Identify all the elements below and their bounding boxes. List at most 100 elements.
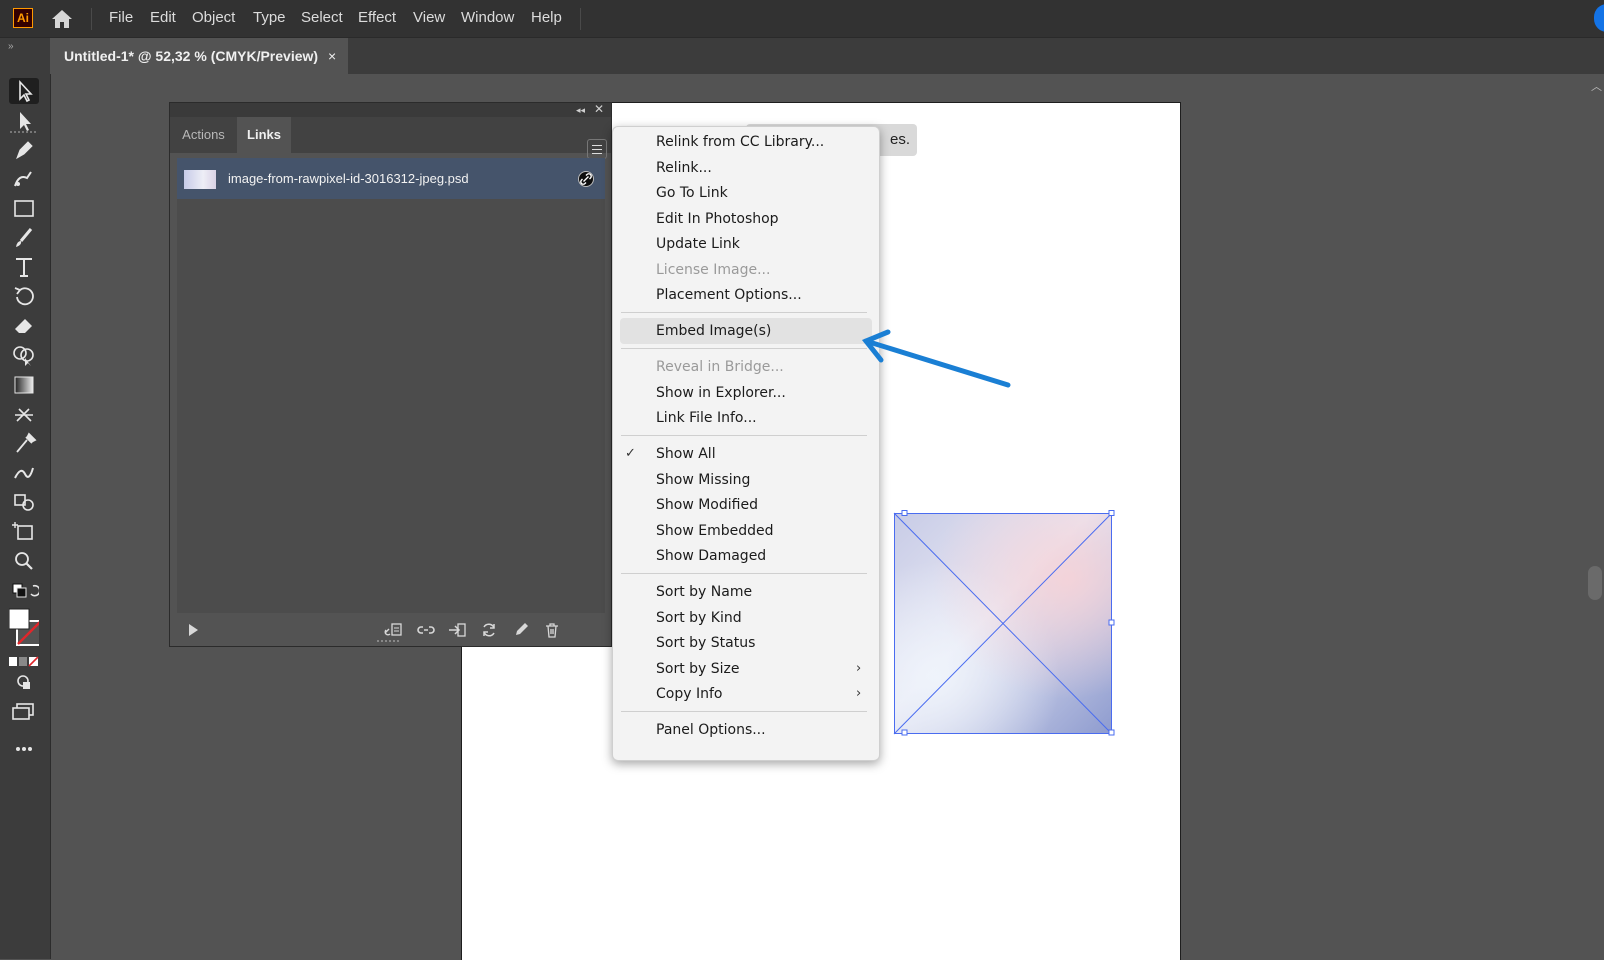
menu-item-panel-options[interactable]: Panel Options...: [613, 717, 879, 743]
collapse-panel-icon[interactable]: ◂◂: [576, 103, 585, 117]
mesh-tool-icon[interactable]: [9, 401, 39, 427]
more-tools-icon[interactable]: [9, 736, 39, 762]
vertical-scrollbar[interactable]: [1584, 74, 1604, 959]
menu-help[interactable]: Help: [531, 0, 562, 36]
menu-select[interactable]: Select: [301, 0, 343, 36]
menu-item-go-to-link[interactable]: Go To Link: [613, 180, 879, 206]
menu-effect[interactable]: Effect: [358, 0, 396, 36]
menu-item-embed-images[interactable]: Embed Image(s): [620, 318, 872, 344]
menu-file[interactable]: File: [109, 0, 133, 36]
linked-image-bounding-box[interactable]: [893, 510, 1115, 736]
panel-header[interactable]: ◂◂ ✕: [170, 102, 611, 117]
menu-item-license-image: License Image...: [656, 262, 771, 278]
gradient-tool-icon[interactable]: [9, 372, 39, 398]
shape-builder-tool-icon[interactable]: [9, 342, 39, 368]
paintbrush-tool-icon[interactable]: [9, 225, 39, 251]
tools-panel: [0, 74, 51, 959]
pen-tool-icon[interactable]: [9, 137, 39, 163]
symbol-sprayer-tool-icon[interactable]: [9, 489, 39, 515]
direct-selection-tool-icon[interactable]: [9, 108, 39, 134]
menu-window[interactable]: Window: [461, 0, 514, 36]
menu-separator: [621, 312, 867, 313]
tab-links[interactable]: Links: [237, 117, 291, 153]
rotate-tool-icon[interactable]: [9, 284, 39, 310]
checkmark-icon: ✓: [625, 446, 636, 461]
menu-edit[interactable]: Edit: [150, 0, 176, 36]
menu-item-show-in-explorer[interactable]: Show in Explorer...: [613, 380, 879, 406]
document-tab-title: Untitled-1* @ 52,32 % (CMYK/Preview): [64, 48, 319, 64]
document-tab[interactable]: Untitled-1* @ 52,32 % (CMYK/Preview) ×: [50, 38, 348, 74]
delete-icon[interactable]: [543, 621, 561, 639]
scrollbar-thumb[interactable]: [1588, 566, 1602, 600]
submenu-arrow-icon: ›: [856, 661, 862, 676]
type-tool-icon[interactable]: [9, 254, 39, 280]
menu-item-copy-info[interactable]: Copy Info ›: [613, 681, 879, 707]
menu-item-show-embedded[interactable]: Show Embedded: [613, 518, 879, 544]
menu-bar: Ai File Edit Object Type Select Effect V…: [0, 0, 1604, 38]
menu-item-show-modified[interactable]: Show Modified: [613, 492, 879, 518]
tab-actions[interactable]: Actions: [170, 117, 237, 153]
relink-from-cc-library-icon[interactable]: [382, 621, 404, 639]
links-list: image-from-rawpixel-id-3016312-jpeg.psd: [177, 158, 605, 613]
blend-tool-icon[interactable]: [9, 460, 39, 486]
eyedropper-tool-icon[interactable]: [9, 430, 39, 456]
close-panel-icon[interactable]: ✕: [594, 102, 604, 116]
share-button[interactable]: [1594, 4, 1604, 32]
menu-item-reveal-in-bridge: Reveal in Bridge...: [656, 359, 784, 375]
link-thumbnail: [184, 170, 216, 189]
eraser-tool-icon[interactable]: [9, 313, 39, 339]
menu-item-show-missing[interactable]: Show Missing: [613, 467, 879, 493]
list-item[interactable]: image-from-rawpixel-id-3016312-jpeg.psd: [177, 158, 605, 199]
menu-view[interactable]: View: [413, 0, 445, 36]
rectangle-tool-icon[interactable]: [9, 196, 39, 222]
menu-item-edit-in-photoshop[interactable]: Edit In Photoshop: [613, 206, 879, 232]
menu-object[interactable]: Object: [192, 0, 235, 36]
screen-mode-icon[interactable]: [9, 699, 39, 725]
menu-item-relink-from-cc-library[interactable]: Relink from CC Library...: [613, 129, 879, 155]
links-panel-flyout-menu: Relink from CC Library... Relink... Go T…: [612, 126, 880, 761]
curvature-tool-icon[interactable]: [9, 166, 39, 192]
illustrator-logo: Ai: [13, 8, 33, 28]
menu-item-relink[interactable]: Relink...: [613, 155, 879, 181]
menu-separator: [580, 8, 581, 30]
edit-original-icon[interactable]: [512, 621, 530, 639]
menu-separator: [91, 8, 92, 30]
drawing-modes-icon[interactable]: [9, 670, 39, 696]
menu-item-sort-by-size[interactable]: Sort by Size ›: [613, 656, 879, 682]
fill-stroke-swatch[interactable]: [9, 607, 39, 647]
scroll-up-icon[interactable]: ︿: [1591, 78, 1602, 94]
update-link-icon[interactable]: [480, 621, 498, 639]
links-panel: ◂◂ ✕ Actions Links image-from-rawpixel-i…: [169, 102, 612, 647]
go-to-link-icon[interactable]: [447, 621, 467, 639]
panel-tabs: Actions Links: [170, 117, 611, 159]
annotation-arrow-icon: [861, 329, 1011, 388]
default-fill-stroke-icon[interactable]: [9, 579, 39, 599]
panel-resize-grip-icon[interactable]: [377, 639, 403, 643]
menu-item-sort-by-name[interactable]: Sort by Name: [613, 579, 879, 605]
home-icon[interactable]: [51, 9, 73, 29]
menu-type[interactable]: Type: [253, 0, 286, 36]
menu-item-link-file-info[interactable]: Link File Info...: [613, 405, 879, 431]
color-mode-icon[interactable]: [9, 649, 39, 667]
menu-item-show-damaged[interactable]: Show Damaged: [613, 543, 879, 569]
menu-separator: [621, 435, 867, 436]
menu-item-sort-by-kind[interactable]: Sort by Kind: [613, 605, 879, 631]
zoom-tool-icon[interactable]: [9, 548, 39, 574]
selection-tool-icon[interactable]: [9, 78, 39, 104]
artboard-tool-icon[interactable]: [9, 518, 39, 544]
menu-item-update-link[interactable]: Update Link: [613, 231, 879, 257]
link-file-name: image-from-rawpixel-id-3016312-jpeg.psd: [228, 171, 469, 186]
play-icon[interactable]: [184, 621, 202, 639]
menu-item-placement-options[interactable]: Placement Options...: [613, 282, 879, 308]
collapse-panels-icon[interactable]: »: [8, 41, 14, 52]
menu-separator: [621, 573, 867, 574]
menu-separator: [621, 348, 867, 349]
relink-icon[interactable]: [416, 621, 436, 639]
close-tab-icon[interactable]: ×: [328, 38, 336, 74]
panel-menu-icon[interactable]: [587, 139, 607, 159]
menu-item-show-all[interactable]: ✓ Show All: [613, 441, 879, 467]
link-icon: [578, 171, 594, 187]
tooltip-text: es.: [889, 131, 910, 148]
menu-item-sort-by-status[interactable]: Sort by Status: [613, 630, 879, 656]
menu-separator: [621, 711, 867, 712]
